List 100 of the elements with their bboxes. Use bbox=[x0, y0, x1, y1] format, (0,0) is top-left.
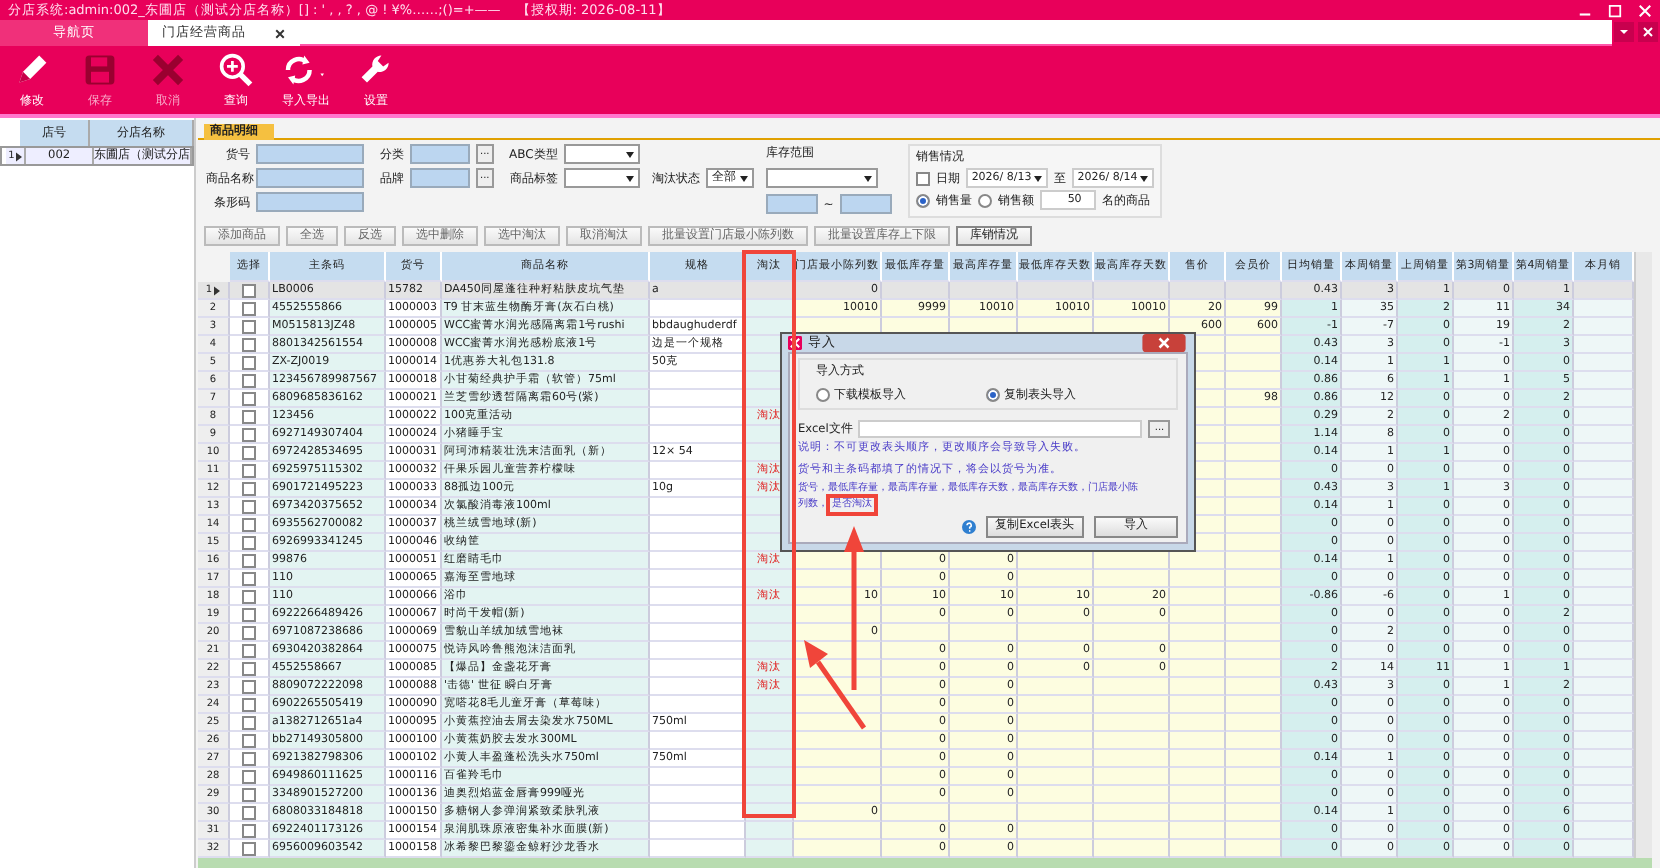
checkbox[interactable] bbox=[242, 499, 256, 513]
checkbox[interactable] bbox=[242, 589, 256, 603]
checkbox[interactable] bbox=[242, 481, 256, 495]
checkbox[interactable] bbox=[242, 715, 256, 729]
checkbox[interactable] bbox=[242, 337, 256, 351]
checkbox[interactable] bbox=[242, 697, 256, 711]
checkbox[interactable] bbox=[242, 427, 256, 441]
checkbox[interactable] bbox=[242, 553, 256, 567]
dropdown[interactable] bbox=[563, 144, 640, 164]
checkbox[interactable] bbox=[242, 643, 256, 657]
input-field[interactable] bbox=[256, 168, 364, 188]
close-icon[interactable] bbox=[274, 27, 286, 39]
input-field[interactable] bbox=[410, 144, 470, 164]
input-field[interactable] bbox=[256, 144, 364, 164]
table-cell bbox=[1170, 282, 1226, 300]
checkbox[interactable] bbox=[242, 625, 256, 639]
table-cell bbox=[1574, 498, 1634, 516]
checkbox[interactable] bbox=[242, 517, 256, 531]
floppy-icon bbox=[82, 51, 118, 87]
table-cell bbox=[1170, 822, 1226, 840]
checkbox[interactable] bbox=[242, 823, 256, 837]
table-cell bbox=[1018, 822, 1094, 840]
checkbox[interactable] bbox=[242, 607, 256, 621]
table-cell bbox=[1226, 660, 1282, 678]
checkbox[interactable] bbox=[242, 373, 256, 387]
checkbox[interactable] bbox=[242, 787, 256, 801]
table-cell bbox=[950, 804, 1018, 822]
table-cell bbox=[1574, 480, 1634, 498]
table-cell bbox=[1018, 282, 1094, 300]
file-field[interactable] bbox=[858, 419, 1143, 437]
checkbox[interactable] bbox=[242, 301, 256, 315]
table-cell bbox=[1094, 804, 1170, 822]
table-cell bbox=[1170, 804, 1226, 822]
table-cell bbox=[1094, 624, 1170, 642]
checkbox[interactable] bbox=[242, 661, 256, 675]
checkbox[interactable] bbox=[242, 769, 256, 783]
radio-button[interactable] bbox=[986, 388, 1000, 402]
table-cell bbox=[1574, 444, 1634, 462]
table-cell bbox=[1094, 678, 1170, 696]
table-cell bbox=[1170, 714, 1226, 732]
checkbox[interactable] bbox=[242, 805, 256, 819]
table-cell bbox=[1574, 408, 1634, 426]
pencil-icon bbox=[14, 51, 50, 87]
table-cell bbox=[1574, 804, 1634, 822]
table-cell bbox=[794, 786, 882, 804]
table-cell bbox=[1226, 282, 1282, 300]
table-cell bbox=[1018, 570, 1094, 588]
dropdown-icon[interactable] bbox=[1614, 22, 1634, 42]
checkbox[interactable] bbox=[242, 751, 256, 765]
table-cell bbox=[1018, 696, 1094, 714]
help-icon[interactable] bbox=[961, 520, 976, 534]
radio-button[interactable] bbox=[816, 388, 830, 402]
dropdown[interactable] bbox=[765, 168, 878, 188]
table-cell bbox=[1094, 750, 1170, 768]
table-cell bbox=[1574, 534, 1634, 552]
checkbox[interactable] bbox=[242, 319, 256, 333]
dropdown[interactable] bbox=[563, 168, 640, 188]
input-field[interactable] bbox=[256, 192, 364, 212]
table-cell bbox=[950, 624, 1018, 642]
checkbox[interactable] bbox=[242, 571, 256, 585]
table-cell bbox=[1574, 642, 1634, 660]
table-cell bbox=[1574, 300, 1634, 318]
table-cell bbox=[1018, 750, 1094, 768]
close-icon[interactable] bbox=[1638, 22, 1658, 42]
input-field[interactable] bbox=[765, 194, 818, 214]
table-cell bbox=[1018, 786, 1094, 804]
table-cell bbox=[1170, 606, 1226, 624]
zoom-icon bbox=[218, 51, 254, 87]
checkbox[interactable] bbox=[242, 445, 256, 459]
table-cell bbox=[1226, 606, 1282, 624]
checkbox[interactable] bbox=[242, 463, 256, 477]
table-cell bbox=[1574, 282, 1634, 300]
table-cell bbox=[1574, 696, 1634, 714]
input-field[interactable] bbox=[839, 194, 892, 214]
table-cell bbox=[1018, 768, 1094, 786]
table-cell bbox=[1094, 822, 1170, 840]
radio-button[interactable] bbox=[977, 193, 992, 207]
checkbox[interactable] bbox=[242, 679, 256, 693]
table-cell bbox=[1574, 678, 1634, 696]
table-cell bbox=[1574, 840, 1634, 858]
checkbox[interactable] bbox=[242, 391, 256, 405]
table-cell bbox=[1094, 732, 1170, 750]
table-cell bbox=[1574, 750, 1634, 768]
checkbox[interactable] bbox=[242, 409, 256, 423]
table-cell bbox=[1574, 588, 1634, 606]
maximize-icon[interactable] bbox=[1608, 3, 1622, 17]
checkbox[interactable] bbox=[242, 733, 256, 747]
radio-button[interactable] bbox=[915, 193, 930, 207]
checkbox[interactable] bbox=[915, 171, 930, 185]
table-cell bbox=[794, 696, 882, 714]
table-cell bbox=[1574, 606, 1634, 624]
checkbox[interactable] bbox=[242, 535, 256, 549]
table-cell bbox=[1170, 840, 1226, 858]
table-cell bbox=[1094, 570, 1170, 588]
input-field[interactable] bbox=[410, 168, 470, 188]
checkbox[interactable] bbox=[242, 283, 256, 297]
checkbox[interactable] bbox=[242, 841, 256, 855]
checkbox[interactable] bbox=[242, 355, 256, 369]
table-cell bbox=[746, 840, 794, 858]
scrollbar[interactable] bbox=[1634, 252, 1652, 858]
